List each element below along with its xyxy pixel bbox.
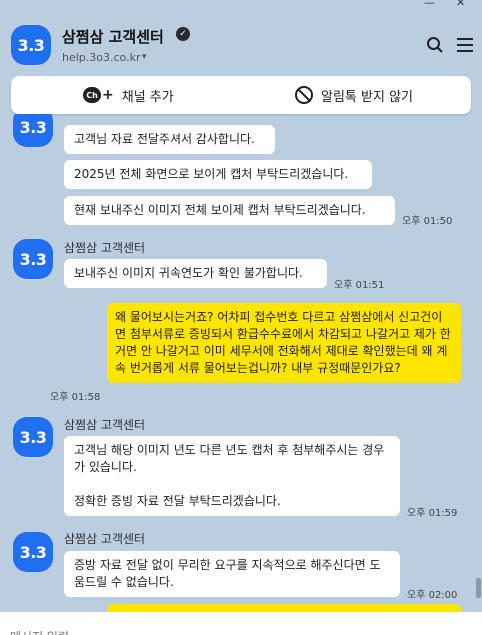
sender-avatar[interactable]: 3.3 — [13, 114, 53, 147]
message-time: 오후 01:59 — [407, 508, 458, 519]
message-time: 오후 01:51 — [334, 280, 385, 291]
agent-message[interactable]: 증방 자료 전달 없이 무리한 요구를 지속적으로 해주신다면 도움드릴 수 없… — [64, 551, 400, 597]
channel-url[interactable]: help.3o3.co.kr — [62, 51, 140, 64]
agent-message[interactable]: 고객님 자료 전달주셔서 감사합니다. — [64, 125, 275, 154]
message-input[interactable] — [10, 630, 410, 635]
sender-avatar[interactable]: 3.3 — [13, 417, 53, 457]
agent-message[interactable]: 보내주신 이미지 귀속연도가 확인 불가합니다. — [64, 259, 327, 288]
agent-message[interactable]: 고객님 해당 이미지 년도 다른 년도 캡처 후 첨부해주시는 경우가 있습니다… — [64, 436, 400, 516]
search-icon[interactable] — [426, 36, 444, 54]
block-notifications-button[interactable]: 알림톡 받지 않기 — [295, 76, 413, 114]
channel-name[interactable]: 삼쩜삼 고객센터 — [62, 26, 164, 47]
menu-icon[interactable] — [457, 38, 473, 52]
sender-avatar[interactable]: 3.3 — [13, 532, 53, 572]
my-message-partial[interactable] — [107, 604, 461, 612]
verified-icon: ✓ — [176, 27, 190, 41]
sender-avatar[interactable]: 3.3 — [13, 239, 53, 279]
close-button[interactable]: ✕ — [456, 0, 465, 9]
chat-scrollbar[interactable] — [474, 114, 482, 612]
plus-icon: + — [102, 87, 114, 103]
chat-header: 3.3 삼쩜삼 고객센터 ✓ help.3o3.co.kr ▾ — [0, 10, 482, 74]
add-channel-button[interactable]: Ch + 채널 추가 — [83, 76, 174, 114]
scrollbar-thumb[interactable] — [476, 578, 481, 598]
block-notifications-label: 알림톡 받지 않기 — [321, 89, 413, 105]
message-time: 오후 02:00 — [407, 590, 458, 601]
sender-name: 삼쩜삼 고객센터 — [64, 241, 146, 255]
block-icon — [295, 86, 313, 104]
message-input-bar — [0, 612, 482, 635]
message-time: 오후 01:50 — [402, 216, 453, 227]
channel-logo[interactable]: 3.3 — [11, 25, 51, 65]
sender-name: 삼쩜삼 고객센터 — [64, 532, 146, 546]
channel-action-bar: Ch + 채널 추가 알림톡 받지 않기 — [11, 76, 471, 114]
chevron-down-icon[interactable]: ▾ — [142, 52, 147, 62]
agent-message[interactable]: 2025년 전체 화면으로 보이게 캡처 부탁드리겠습니다. — [64, 160, 372, 189]
sender-name: 삼쩜삼 고객센터 — [64, 418, 146, 432]
window-titlebar: — ✕ — [0, 0, 482, 10]
minimize-button[interactable]: — — [424, 0, 435, 9]
chat-messages[interactable]: 3.3 고객님 자료 전달주셔서 감사합니다. 2025년 전체 화면으로 보이… — [0, 114, 474, 612]
message-time: 오후 01:58 — [50, 392, 101, 403]
agent-message[interactable]: 현재 보내주신 이미지 전체 보이제 캡처 부탁드리겠습니다. — [64, 196, 395, 225]
my-message[interactable]: 왜 물어보시는거죠? 어차피 접수번호 다르고 삼쩜삼에서 신고건이면 첨부서류… — [107, 303, 461, 383]
channel-add-icon: Ch — [83, 87, 101, 103]
add-channel-label: 채널 추가 — [121, 89, 174, 105]
